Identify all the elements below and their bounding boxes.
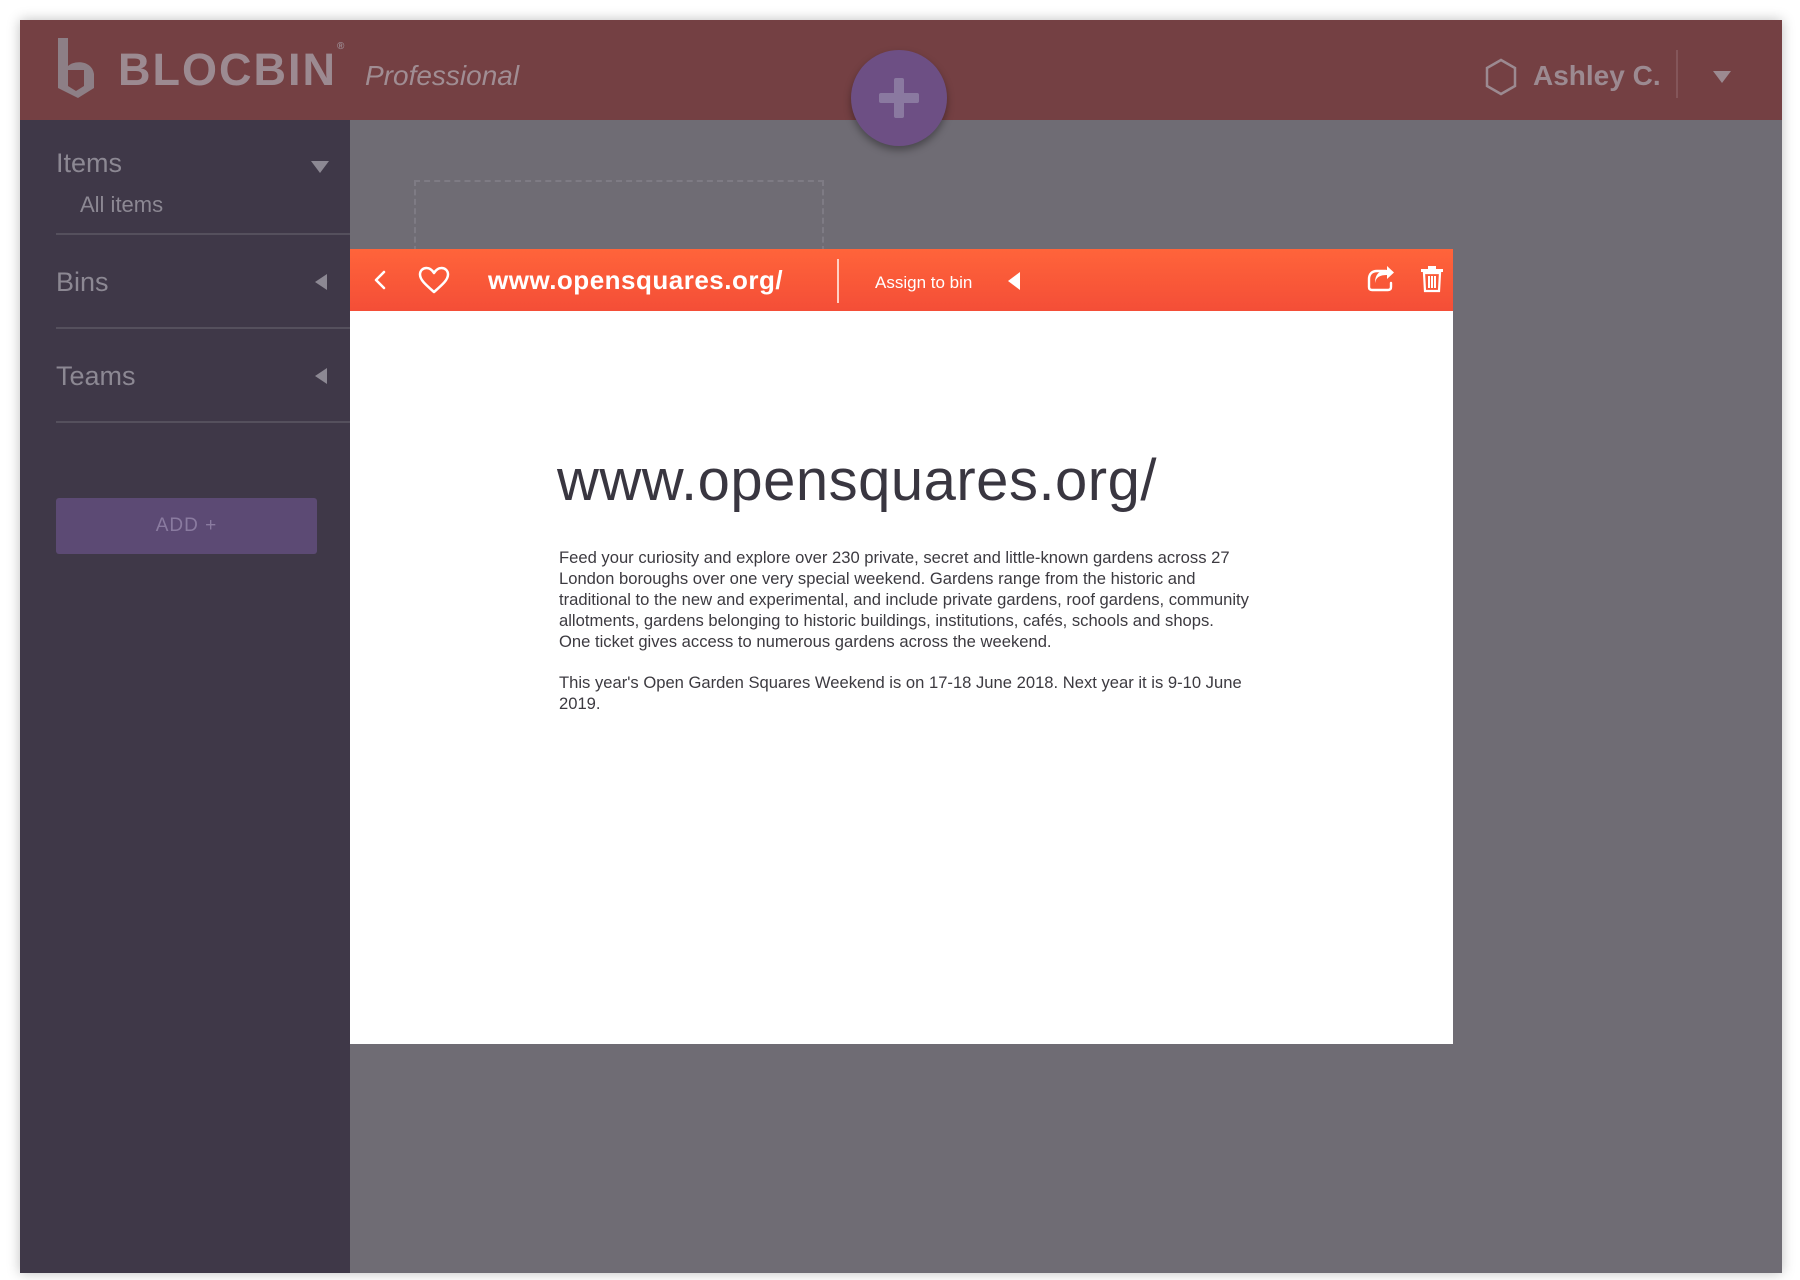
trash-icon[interactable] xyxy=(1420,265,1444,293)
assign-to-bin-button[interactable]: Assign to bin xyxy=(875,273,972,293)
caret-down-icon[interactable] xyxy=(310,158,330,176)
toolbar-divider xyxy=(837,259,839,303)
item-toolbar: www.opensquares.org/ Assign to bin xyxy=(350,249,1453,311)
sidebar-section-bins: Bins xyxy=(56,235,350,329)
share-icon[interactable] xyxy=(1366,265,1396,293)
brand-name: BLOCBIN® xyxy=(118,41,347,95)
user-divider xyxy=(1676,50,1678,98)
hexagon-user-icon[interactable] xyxy=(1484,58,1518,96)
content-paragraph: This year's Open Garden Squares Weekend … xyxy=(559,673,1242,713)
sidebar-section-teams: Teams xyxy=(56,329,350,423)
edition-label: Professional xyxy=(365,60,520,91)
item-viewer-modal: www.opensquares.org/ Assign to bin www.o… xyxy=(350,249,1453,1044)
sidebar: Items All items Bins Teams ADD + xyxy=(20,120,350,1273)
caret-left-icon[interactable] xyxy=(312,273,332,291)
add-button[interactable]: ADD + xyxy=(56,498,317,554)
sidebar-section-items: Items All items xyxy=(56,120,350,235)
chevron-left-icon[interactable] xyxy=(372,269,388,291)
sidebar-item-items[interactable]: Items xyxy=(56,148,122,179)
item-content: www.opensquares.org/ Feed your curiosity… xyxy=(350,311,1453,1044)
heart-icon[interactable] xyxy=(418,266,450,294)
content-title: www.opensquares.org/ xyxy=(557,448,1157,513)
sidebar-item-teams[interactable]: Teams xyxy=(56,361,136,392)
content-paragraph: Feed your curiosity and explore over 230… xyxy=(559,548,1249,651)
plus-icon xyxy=(879,78,919,118)
user-name[interactable]: Ashley C. xyxy=(1533,60,1661,92)
caret-left-icon[interactable] xyxy=(312,367,332,385)
app-window: BLOCBIN® Professional Ashley C. Items Al… xyxy=(20,20,1782,1273)
caret-down-icon[interactable] xyxy=(1711,68,1733,86)
sidebar-item-bins[interactable]: Bins xyxy=(56,267,109,298)
add-fab-button[interactable] xyxy=(851,50,947,146)
registered-mark: ® xyxy=(336,41,347,52)
drop-placeholder xyxy=(414,180,824,252)
blocbin-logo-icon[interactable] xyxy=(54,36,98,100)
toolbar-url: www.opensquares.org/ xyxy=(488,265,784,295)
sidebar-item-all-items[interactable]: All items xyxy=(80,192,163,218)
caret-left-icon[interactable] xyxy=(1006,271,1022,291)
